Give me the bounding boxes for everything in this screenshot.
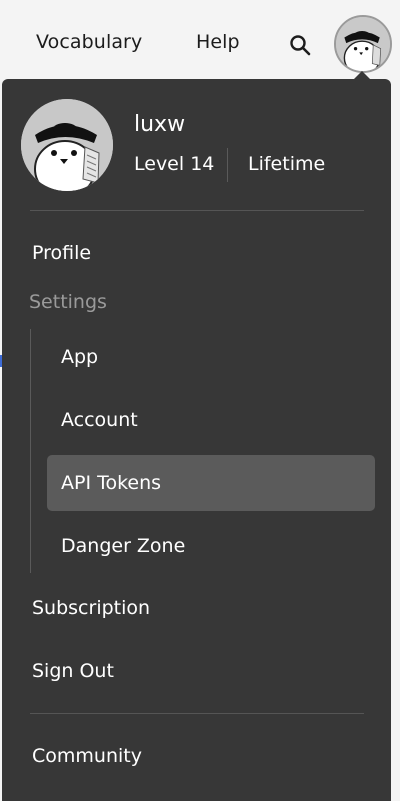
- menu-item-community[interactable]: Community: [32, 745, 142, 767]
- settings-group-rail: [30, 329, 31, 573]
- menu-item-sign-out[interactable]: Sign Out: [32, 660, 114, 682]
- menu-item-subscription[interactable]: Subscription: [32, 597, 150, 619]
- username: luxw: [134, 112, 186, 137]
- divider: [227, 148, 228, 182]
- menu-item-account[interactable]: Account: [61, 409, 138, 431]
- subscription-plan: Lifetime: [248, 153, 326, 175]
- menu-item-danger-zone[interactable]: Danger Zone: [61, 535, 185, 557]
- top-navigation-bar: Vocabulary Help: [0, 0, 400, 88]
- menu-item-profile[interactable]: Profile: [32, 242, 91, 264]
- avatar-icon: [21, 99, 113, 191]
- menu-item-api-tokens[interactable]: API Tokens: [61, 472, 161, 494]
- nav-vocabulary-link[interactable]: Vocabulary: [36, 31, 142, 53]
- user-avatar-button[interactable]: [334, 15, 392, 73]
- avatar-icon: [336, 17, 390, 71]
- account-dropdown-menu: luxw Level 14 Lifetime Profile Settings …: [2, 79, 391, 801]
- user-level: Level 14: [134, 153, 215, 175]
- nav-help-link[interactable]: Help: [196, 31, 240, 53]
- divider: [30, 210, 364, 211]
- menu-item-app[interactable]: App: [61, 346, 98, 368]
- search-icon[interactable]: [289, 34, 311, 56]
- divider: [30, 713, 364, 714]
- profile-avatar: [21, 99, 113, 191]
- settings-heading: Settings: [29, 291, 107, 313]
